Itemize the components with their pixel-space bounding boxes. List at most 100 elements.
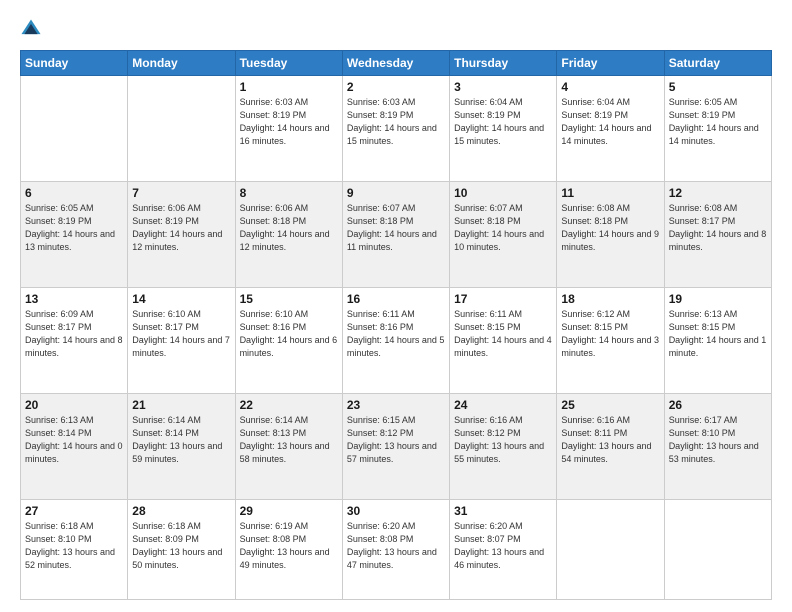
- day-header-monday: Monday: [128, 51, 235, 76]
- day-number: 22: [240, 398, 338, 412]
- calendar-cell: 12 Sunrise: 6:08 AM Sunset: 8:17 PM Dayli…: [664, 182, 771, 288]
- calendar-cell: 14 Sunrise: 6:10 AM Sunset: 8:17 PM Dayli…: [128, 288, 235, 394]
- calendar-cell: 7 Sunrise: 6:06 AM Sunset: 8:19 PM Daylig…: [128, 182, 235, 288]
- day-header-saturday: Saturday: [664, 51, 771, 76]
- cell-info: Sunrise: 6:11 AM Sunset: 8:15 PM Dayligh…: [454, 308, 552, 360]
- cell-info: Sunrise: 6:20 AM Sunset: 8:08 PM Dayligh…: [347, 520, 445, 572]
- calendar-cell: 24Sunrise: 6:16 AM Sunset: 8:12 PM Dayli…: [450, 394, 557, 500]
- calendar-cell: 23 Sunrise: 6:15 AM Sunset: 8:12 PM Dayli…: [342, 394, 449, 500]
- cell-info: Sunrise: 6:06 AM Sunset: 8:19 PM Dayligh…: [132, 202, 230, 254]
- calendar-cell: 5 Sunrise: 6:05 AM Sunset: 8:19 PM Daylig…: [664, 76, 771, 182]
- calendar-week-row: 6Sunrise: 6:05 AM Sunset: 8:19 PM Daylig…: [21, 182, 772, 288]
- header: [20, 18, 772, 40]
- day-number: 11: [561, 186, 659, 200]
- day-number: 7: [132, 186, 230, 200]
- calendar-cell: 11 Sunrise: 6:08 AM Sunset: 8:18 PM Dayli…: [557, 182, 664, 288]
- day-header-sunday: Sunday: [21, 51, 128, 76]
- day-number: 2: [347, 80, 445, 94]
- calendar-cell: [21, 76, 128, 182]
- day-number: 6: [25, 186, 123, 200]
- day-number: 28: [132, 504, 230, 518]
- calendar-cell: 6Sunrise: 6:05 AM Sunset: 8:19 PM Daylig…: [21, 182, 128, 288]
- cell-info: Sunrise: 6:10 AM Sunset: 8:17 PM Dayligh…: [132, 308, 230, 360]
- day-number: 29: [240, 504, 338, 518]
- cell-info: Sunrise: 6:13 AM Sunset: 8:14 PM Dayligh…: [25, 414, 123, 466]
- cell-info: Sunrise: 6:04 AM Sunset: 8:19 PM Dayligh…: [561, 96, 659, 148]
- day-number: 30: [347, 504, 445, 518]
- calendar-cell: 22 Sunrise: 6:14 AM Sunset: 8:13 PM Dayli…: [235, 394, 342, 500]
- day-number: 27: [25, 504, 123, 518]
- page: SundayMondayTuesdayWednesdayThursdayFrid…: [0, 0, 792, 612]
- calendar-cell: 9 Sunrise: 6:07 AM Sunset: 8:18 PM Daylig…: [342, 182, 449, 288]
- day-number: 9: [347, 186, 445, 200]
- day-number: 13: [25, 292, 123, 306]
- calendar-table: SundayMondayTuesdayWednesdayThursdayFrid…: [20, 50, 772, 600]
- calendar-cell: 27 Sunrise: 6:18 AM Sunset: 8:10 PM Dayli…: [21, 500, 128, 600]
- cell-info: Sunrise: 6:17 AM Sunset: 8:10 PM Dayligh…: [669, 414, 767, 466]
- calendar-cell: [557, 500, 664, 600]
- cell-info: Sunrise: 6:18 AM Sunset: 8:10 PM Dayligh…: [25, 520, 123, 572]
- day-header-friday: Friday: [557, 51, 664, 76]
- calendar-cell: 21 Sunrise: 6:14 AM Sunset: 8:14 PM Dayli…: [128, 394, 235, 500]
- day-number: 10: [454, 186, 552, 200]
- cell-info: Sunrise: 6:06 AM Sunset: 8:18 PM Dayligh…: [240, 202, 338, 254]
- day-number: 23: [347, 398, 445, 412]
- day-number: 5: [669, 80, 767, 94]
- cell-info: Sunrise: 6:18 AM Sunset: 8:09 PM Dayligh…: [132, 520, 230, 572]
- day-number: 15: [240, 292, 338, 306]
- cell-info: Sunrise: 6:04 AM Sunset: 8:19 PM Dayligh…: [454, 96, 552, 148]
- calendar-cell: 16 Sunrise: 6:11 AM Sunset: 8:16 PM Dayli…: [342, 288, 449, 394]
- cell-info: Sunrise: 6:03 AM Sunset: 8:19 PM Dayligh…: [347, 96, 445, 148]
- cell-info: Sunrise: 6:14 AM Sunset: 8:14 PM Dayligh…: [132, 414, 230, 466]
- day-header-tuesday: Tuesday: [235, 51, 342, 76]
- cell-info: Sunrise: 6:08 AM Sunset: 8:18 PM Dayligh…: [561, 202, 659, 254]
- calendar-cell: 30 Sunrise: 6:20 AM Sunset: 8:08 PM Dayli…: [342, 500, 449, 600]
- cell-info: Sunrise: 6:09 AM Sunset: 8:17 PM Dayligh…: [25, 308, 123, 360]
- day-number: 20: [25, 398, 123, 412]
- calendar-cell: 15 Sunrise: 6:10 AM Sunset: 8:16 PM Dayli…: [235, 288, 342, 394]
- day-header-wednesday: Wednesday: [342, 51, 449, 76]
- calendar-header-row: SundayMondayTuesdayWednesdayThursdayFrid…: [21, 51, 772, 76]
- calendar-cell: 28 Sunrise: 6:18 AM Sunset: 8:09 PM Dayli…: [128, 500, 235, 600]
- day-number: 12: [669, 186, 767, 200]
- day-number: 31: [454, 504, 552, 518]
- cell-info: Sunrise: 6:16 AM Sunset: 8:12 PM Dayligh…: [454, 414, 552, 466]
- cell-info: Sunrise: 6:15 AM Sunset: 8:12 PM Dayligh…: [347, 414, 445, 466]
- calendar-week-row: 13 Sunrise: 6:09 AM Sunset: 8:17 PM Dayli…: [21, 288, 772, 394]
- day-number: 26: [669, 398, 767, 412]
- calendar-week-row: 1 Sunrise: 6:03 AM Sunset: 8:19 PM Daylig…: [21, 76, 772, 182]
- cell-info: Sunrise: 6:19 AM Sunset: 8:08 PM Dayligh…: [240, 520, 338, 572]
- calendar-week-row: 27 Sunrise: 6:18 AM Sunset: 8:10 PM Dayli…: [21, 500, 772, 600]
- calendar-cell: 17 Sunrise: 6:11 AM Sunset: 8:15 PM Dayli…: [450, 288, 557, 394]
- calendar-cell: 25 Sunrise: 6:16 AM Sunset: 8:11 PM Dayli…: [557, 394, 664, 500]
- cell-info: Sunrise: 6:16 AM Sunset: 8:11 PM Dayligh…: [561, 414, 659, 466]
- day-number: 8: [240, 186, 338, 200]
- cell-info: Sunrise: 6:10 AM Sunset: 8:16 PM Dayligh…: [240, 308, 338, 360]
- cell-info: Sunrise: 6:20 AM Sunset: 8:07 PM Dayligh…: [454, 520, 552, 572]
- day-number: 3: [454, 80, 552, 94]
- calendar-cell: 31 Sunrise: 6:20 AM Sunset: 8:07 PM Dayli…: [450, 500, 557, 600]
- calendar-cell: 4Sunrise: 6:04 AM Sunset: 8:19 PM Daylig…: [557, 76, 664, 182]
- calendar-cell: 2 Sunrise: 6:03 AM Sunset: 8:19 PM Daylig…: [342, 76, 449, 182]
- calendar-cell: [128, 76, 235, 182]
- day-header-thursday: Thursday: [450, 51, 557, 76]
- cell-info: Sunrise: 6:07 AM Sunset: 8:18 PM Dayligh…: [347, 202, 445, 254]
- cell-info: Sunrise: 6:14 AM Sunset: 8:13 PM Dayligh…: [240, 414, 338, 466]
- logo: [20, 18, 46, 40]
- cell-info: Sunrise: 6:08 AM Sunset: 8:17 PM Dayligh…: [669, 202, 767, 254]
- day-number: 21: [132, 398, 230, 412]
- logo-icon: [20, 18, 42, 40]
- day-number: 1: [240, 80, 338, 94]
- day-number: 17: [454, 292, 552, 306]
- calendar-cell: 13 Sunrise: 6:09 AM Sunset: 8:17 PM Dayli…: [21, 288, 128, 394]
- cell-info: Sunrise: 6:11 AM Sunset: 8:16 PM Dayligh…: [347, 308, 445, 360]
- cell-info: Sunrise: 6:13 AM Sunset: 8:15 PM Dayligh…: [669, 308, 767, 360]
- cell-info: Sunrise: 6:07 AM Sunset: 8:18 PM Dayligh…: [454, 202, 552, 254]
- cell-info: Sunrise: 6:05 AM Sunset: 8:19 PM Dayligh…: [669, 96, 767, 148]
- day-number: 25: [561, 398, 659, 412]
- calendar-cell: 26 Sunrise: 6:17 AM Sunset: 8:10 PM Dayli…: [664, 394, 771, 500]
- calendar-week-row: 20 Sunrise: 6:13 AM Sunset: 8:14 PM Dayli…: [21, 394, 772, 500]
- calendar-cell: 19Sunrise: 6:13 AM Sunset: 8:15 PM Dayli…: [664, 288, 771, 394]
- day-number: 14: [132, 292, 230, 306]
- day-number: 16: [347, 292, 445, 306]
